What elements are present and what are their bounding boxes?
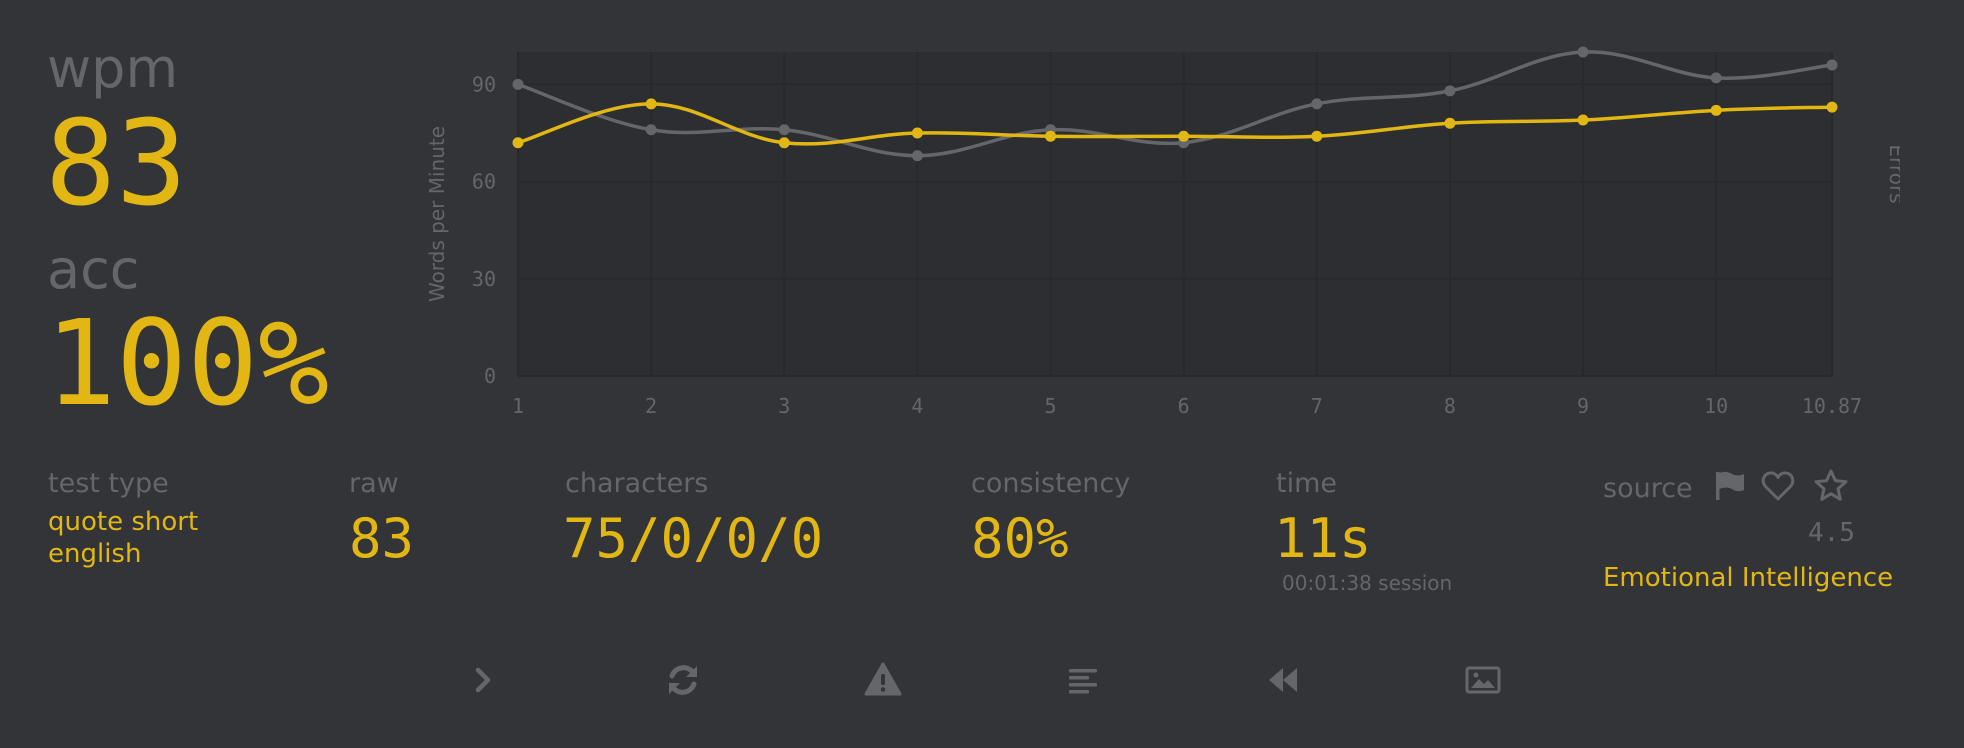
star-icon[interactable]	[1813, 468, 1849, 504]
acc-value: 100%	[45, 294, 330, 432]
screenshot-icon	[1465, 666, 1501, 694]
data-point-series-2	[1710, 104, 1722, 116]
test-type-value-line1: quote short	[48, 507, 199, 537]
data-point-series-2	[1577, 114, 1589, 126]
x-tick-label: 7	[1311, 394, 1323, 418]
data-point-series-1	[1311, 98, 1323, 110]
x-tick-label: 2	[645, 394, 657, 418]
data-point-series-2	[1178, 130, 1190, 142]
y-tick-label: 0	[484, 364, 496, 388]
data-point-series-1	[778, 124, 790, 136]
x-tick-label: 1	[512, 394, 524, 418]
plot-background	[518, 52, 1832, 376]
wpm-label: wpm	[47, 37, 179, 100]
raw-value: 83	[349, 507, 415, 570]
consistency-label: consistency	[971, 468, 1131, 499]
screenshot-button[interactable]	[1459, 656, 1507, 704]
data-point-series-2	[1045, 130, 1057, 142]
quote-rating: 4.5	[1808, 518, 1855, 548]
source-title[interactable]: Emotional Intelligence	[1603, 562, 1893, 594]
x-tick-label: 8	[1444, 394, 1456, 418]
results-page: wpm 83 acc 100% 0 30 60 90 1 2 3 4 5 6 7 8 9 10 10.87 W…	[0, 0, 1964, 748]
flag-icon[interactable]	[1712, 468, 1748, 504]
y-tick-label: 30	[472, 267, 496, 291]
test-type-label: test type	[48, 468, 169, 499]
chart-svg: 0 30 60 90 1 2 3 4 5 6 7 8 9 10 10.87 Words per Minute E…	[425, 46, 1900, 418]
data-point-series-1	[512, 78, 524, 90]
characters-label: characters	[565, 468, 709, 499]
data-point-series-1	[911, 150, 923, 162]
next-test-icon	[475, 667, 491, 693]
data-point-series-2	[1826, 101, 1838, 113]
data-point-series-1	[1710, 72, 1722, 84]
data-point-series-2	[1444, 117, 1456, 129]
data-point-series-2	[778, 137, 790, 149]
y2-axis-title: Errors	[1885, 144, 1900, 203]
restart-button[interactable]	[659, 656, 707, 704]
report-warning-icon	[864, 662, 902, 696]
characters-value: 75/0/0/0	[563, 507, 824, 570]
x-tick-label: 9	[1577, 394, 1589, 418]
source-label: source	[1603, 473, 1693, 504]
next-test-button[interactable]	[459, 656, 507, 704]
data-point-series-1	[1826, 59, 1838, 71]
wpm-chart: 0 30 60 90 1 2 3 4 5 6 7 8 9 10 10.87 Words per Minute E…	[400, 40, 1900, 440]
y-axis-title: Words per Minute	[425, 126, 449, 302]
y-tick-label: 90	[472, 72, 496, 96]
consistency-value: 80%	[971, 507, 1069, 570]
session-time: 00:01:38 session	[1282, 571, 1453, 595]
restart-icon	[669, 665, 697, 695]
report-button[interactable]	[859, 656, 907, 704]
x-tick-label: 5	[1044, 394, 1056, 418]
x-tick-label: 10.87	[1802, 394, 1862, 418]
data-point-series-2	[645, 98, 657, 110]
data-point-series-2	[512, 137, 524, 149]
y-tick-label: 60	[472, 170, 496, 194]
heart-icon[interactable]	[1760, 468, 1796, 504]
x-tick-label: 3	[778, 394, 790, 418]
replay-icon	[1269, 668, 1297, 692]
x-tick-label: 6	[1178, 394, 1190, 418]
data-point-series-1	[1444, 85, 1456, 97]
acc-label: acc	[47, 238, 140, 301]
x-tick-label: 4	[911, 394, 923, 418]
time-value: 11s	[1274, 507, 1372, 570]
data-point-series-1	[1577, 46, 1589, 58]
data-point-series-1	[645, 124, 657, 136]
data-point-series-2	[911, 127, 923, 139]
replay-button[interactable]	[1259, 656, 1307, 704]
time-label: time	[1276, 468, 1338, 499]
words-history-icon	[1069, 669, 1097, 694]
data-point-series-2	[1311, 130, 1323, 142]
test-type-value-line2: english	[48, 539, 142, 569]
wpm-value: 83	[45, 94, 188, 232]
x-tick-label: 10	[1704, 394, 1728, 418]
raw-label: raw	[349, 468, 399, 499]
words-history-button[interactable]	[1059, 656, 1107, 704]
